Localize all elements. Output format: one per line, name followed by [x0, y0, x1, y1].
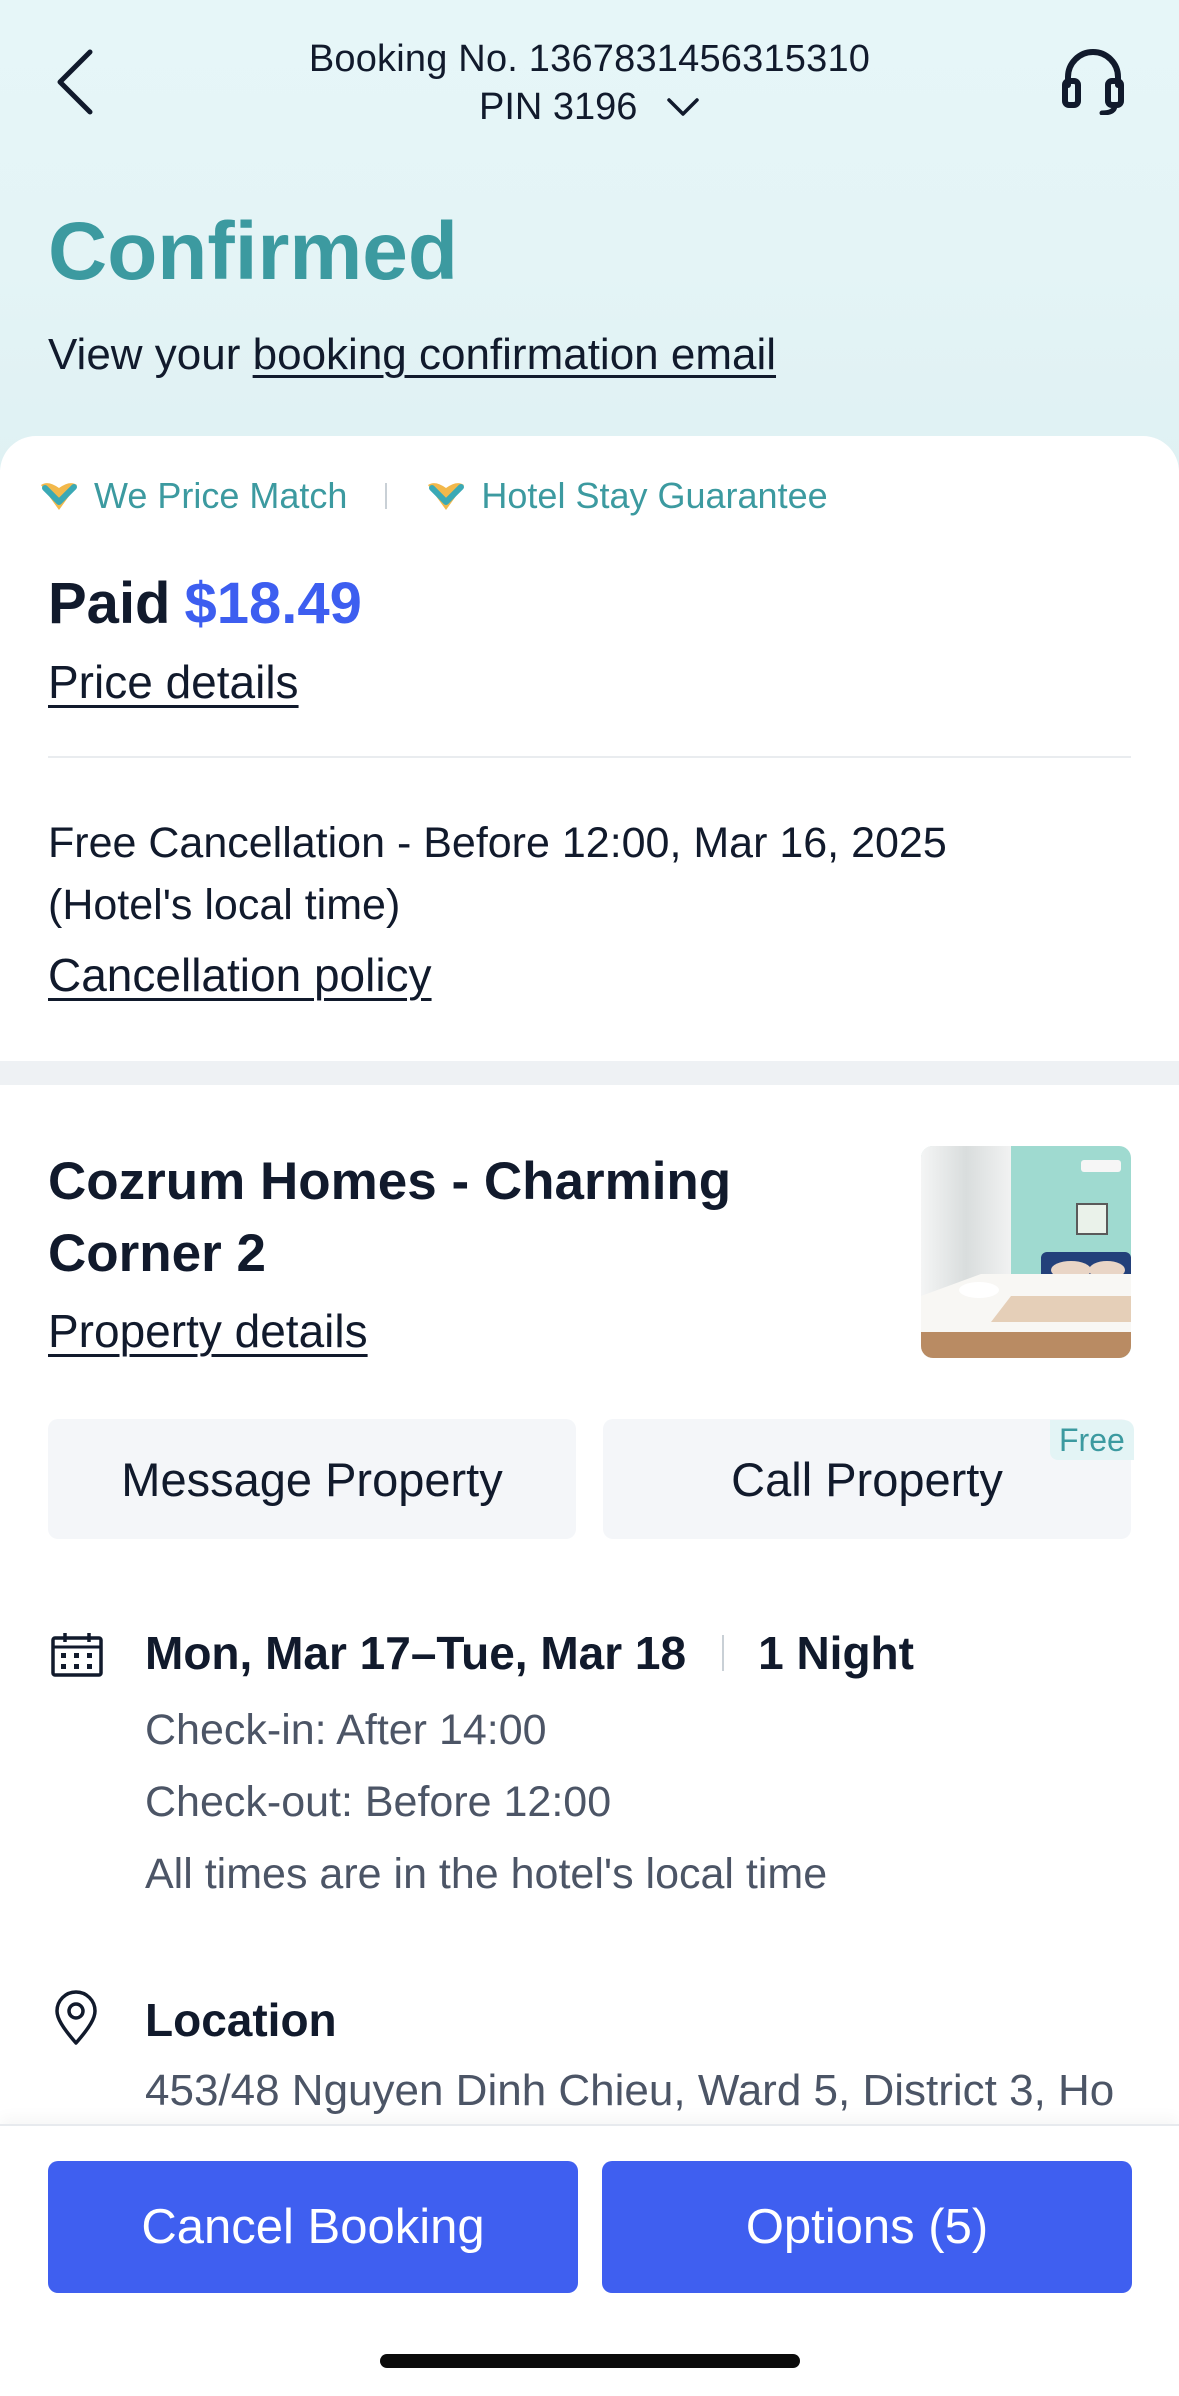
check-in-time: Check-in: After 14:00: [145, 1706, 547, 1754]
pin-text: PIN 3196: [478, 86, 638, 128]
property-address[interactable]: 453/48 Nguyen Dinh Chieu, Ward 5, Distri…: [145, 2066, 1114, 2116]
paid-value: $18.49: [184, 571, 362, 636]
cancellation-timezone-note: (Hotel's local time): [48, 881, 401, 929]
home-indicator[interactable]: [380, 2354, 800, 2368]
price-details-link[interactable]: Price details: [48, 655, 299, 709]
property-photo[interactable]: [921, 1146, 1131, 1358]
price-match-label: We Price Match: [94, 475, 348, 516]
section-separator: [0, 1061, 1179, 1085]
location-pin-icon: [52, 1990, 100, 2051]
booking-status: Confirmed: [48, 206, 458, 297]
paid-amount: Paid $18.49: [48, 570, 362, 637]
email-prefix: View your: [48, 330, 253, 379]
stay-dates: Mon, Mar 17–Tue, Mar 18 1 Night: [145, 1626, 914, 1680]
stay-guarantee-label: Hotel Stay Guarantee: [481, 475, 828, 516]
cancellation-policy-link[interactable]: Cancellation policy: [48, 948, 432, 1002]
free-call-tag: Free: [1050, 1420, 1134, 1460]
property-details-link[interactable]: Property details: [48, 1304, 368, 1358]
booking-number: Booking No. 1367831456315310: [308, 38, 871, 80]
booking-confirmation-email-link[interactable]: booking confirmation email: [253, 330, 776, 379]
pin-toggle[interactable]: PIN 3196: [0, 86, 1179, 129]
options-button[interactable]: Options (5): [602, 2161, 1132, 2293]
local-time-note: All times are in the hotel's local time: [145, 1850, 828, 1898]
cancel-booking-button[interactable]: Cancel Booking: [48, 2161, 578, 2293]
night-count: 1 Night: [758, 1627, 914, 1679]
price-match-badge[interactable]: We Price Match: [38, 475, 347, 517]
headset-icon: [1062, 49, 1124, 116]
badge-divider: [385, 483, 388, 509]
email-line: View your booking confirmation email: [48, 330, 776, 380]
paid-label: Paid: [48, 571, 171, 636]
divider: [48, 756, 1131, 758]
free-cancellation-info: Free Cancellation - Before 12:00, Mar 16…: [48, 812, 1131, 936]
dates-divider: [722, 1635, 725, 1671]
customer-support-button[interactable]: [1060, 45, 1130, 120]
check-out-time: Check-out: Before 12:00: [145, 1778, 612, 1826]
heart-check-icon: [41, 483, 77, 510]
stay-guarantee-badge[interactable]: Hotel Stay Guarantee: [425, 475, 828, 517]
location-title: Location: [145, 1994, 337, 2046]
chevron-down-icon: [666, 84, 700, 127]
heart-check-icon: [428, 483, 465, 510]
bedroom-photo-image: [921, 1146, 1131, 1358]
message-property-button[interactable]: Message Property: [48, 1419, 576, 1539]
cancellation-deadline: Free Cancellation - Before 12:00, Mar 16…: [48, 819, 947, 867]
calendar-icon: [50, 1632, 104, 1683]
guarantee-badges: We Price Match Hotel Stay Guarantee: [38, 474, 828, 518]
date-range: Mon, Mar 17–Tue, Mar 18: [145, 1627, 687, 1679]
property-name: Cozrum Homes - Charming Corner 2: [48, 1152, 732, 1283]
booking-details-screen: Booking No. 1367831456315310 PIN 3196 Co…: [0, 0, 1179, 2396]
